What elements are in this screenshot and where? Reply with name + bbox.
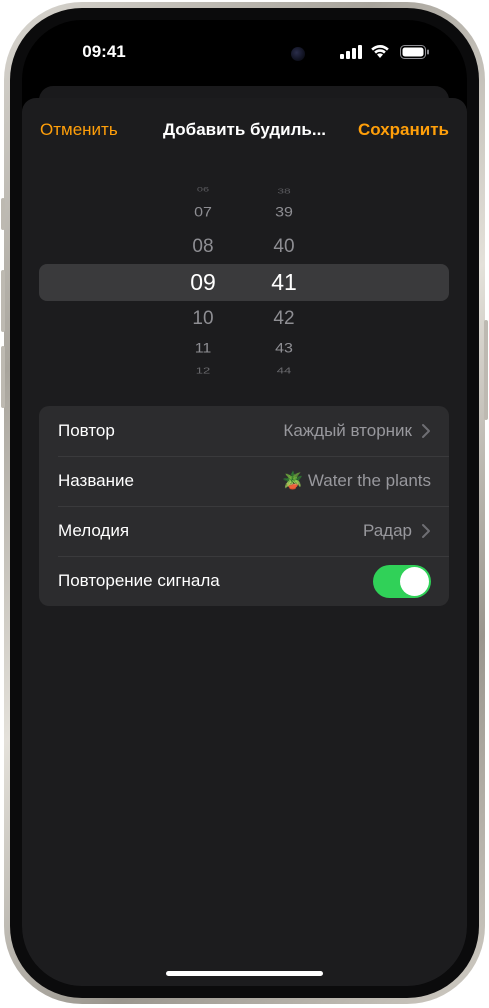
hour-option[interactable]: 07 [178, 205, 228, 220]
alarm-name-field[interactable]: 🪴 Water the plants [282, 456, 431, 506]
repeat-label: Повтор [58, 421, 115, 440]
snooze-toggle[interactable] [373, 565, 431, 598]
snooze-label: Повторение сигнала [58, 571, 220, 590]
toggle-knob [400, 567, 429, 596]
power-button [484, 320, 488, 420]
cellular-signal-icon [340, 45, 362, 59]
minute-option[interactable]: 44 [259, 366, 309, 373]
settings-row-label[interactable]: Название 🪴 Water the plants [39, 456, 449, 506]
add-alarm-sheet: Добавить будиль... Отменить Сохранить 06… [22, 98, 467, 986]
screen: 09:41 Добавить будиль... Отменить Сохран… [22, 20, 467, 986]
battery-icon [400, 45, 429, 59]
minute-option[interactable]: 43 [259, 341, 309, 356]
minute-option[interactable]: 40 [259, 236, 309, 258]
label-label: Название [58, 471, 134, 490]
sound-label: Мелодия [58, 521, 130, 540]
front-camera-icon [291, 47, 305, 61]
status-icons [340, 44, 435, 60]
minute-option[interactable]: 39 [259, 205, 309, 220]
chevron-right-icon [422, 524, 430, 538]
wifi-icon [371, 45, 389, 58]
status-time: 09:41 [82, 42, 126, 61]
hour-option[interactable]: 11 [178, 341, 228, 356]
chevron-right-icon [422, 424, 430, 438]
picker-selection-band [39, 264, 449, 301]
volume-down-button [1, 346, 5, 408]
volume-up-button [1, 270, 5, 332]
minute-option[interactable]: 38 [259, 187, 309, 195]
action-button [1, 198, 5, 230]
sound-value: Радар [362, 521, 412, 540]
repeat-value: Каждый вторник [283, 421, 412, 440]
hour-selected[interactable]: 09 [178, 269, 228, 296]
settings-row-repeat[interactable]: Повтор Каждый вторник [39, 406, 449, 456]
cancel-button[interactable]: Отменить [40, 120, 118, 140]
minute-selected[interactable]: 41 [259, 269, 309, 296]
hour-option[interactable]: 12 [178, 366, 228, 373]
settings-row-sound[interactable]: Мелодия Радар [39, 506, 449, 556]
home-indicator[interactable] [166, 971, 323, 976]
dynamic-island [185, 40, 307, 76]
hour-option[interactable]: 08 [178, 236, 228, 258]
settings-row-snooze: Повторение сигнала [39, 556, 449, 606]
minute-option[interactable]: 42 [259, 308, 309, 330]
save-button[interactable]: Сохранить [358, 120, 449, 140]
hour-option[interactable]: 06 [178, 187, 228, 194]
alarm-settings-list: Повтор Каждый вторник Название 🪴 Water t… [39, 406, 449, 606]
hour-option[interactable]: 10 [178, 308, 228, 330]
